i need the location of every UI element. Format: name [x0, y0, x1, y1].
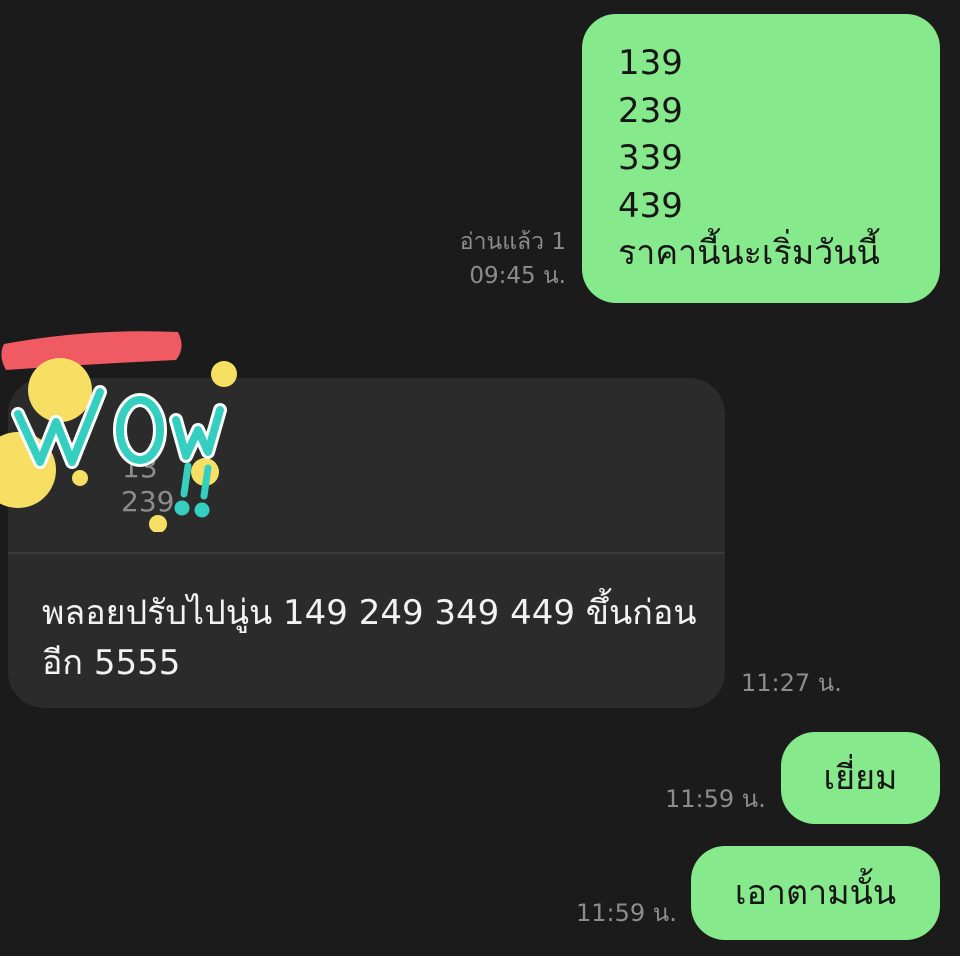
- message-time: 11:59 น.: [665, 785, 766, 813]
- outgoing-message-bubble[interactable]: เยี่ยม: [781, 732, 940, 824]
- message-meta: อ่านแล้ว 1 09:45 น.: [460, 225, 566, 293]
- chat-view: 139 239 339 439 ราคานี้นะเริ่มวันนี้ อ่า…: [0, 0, 960, 956]
- message-line: 139: [618, 43, 683, 83]
- read-status: อ่านแล้ว 1: [459, 229, 566, 255]
- message-time: 09:45 น.: [469, 263, 566, 289]
- message-line: ราคานี้นะเริ่มวันนี้: [618, 233, 880, 273]
- message-time: 11:59 น.: [576, 899, 677, 927]
- message-line: 439: [618, 185, 683, 226]
- message-time: 11:27 น.: [741, 669, 842, 697]
- message-text: พลอยปรับไปนู่น 149 249 349 449 ขึ้นก่อนอ…: [42, 593, 697, 683]
- quoted-message[interactable]: 13 239: [8, 378, 725, 554]
- red-highlight-band: [1, 331, 182, 370]
- incoming-message-bubble[interactable]: 13 239 พลอยปรับไปนู่น 149 249 349 449 ขึ…: [8, 378, 725, 708]
- message-line: 239: [618, 90, 683, 131]
- message-line: 339: [618, 138, 683, 178]
- outgoing-message-bubble[interactable]: เอาตามนั้น: [691, 846, 940, 940]
- outgoing-message-bubble[interactable]: 139 239 339 439 ราคานี้นะเริ่มวันนี้: [582, 14, 940, 303]
- quoted-line: 239: [121, 485, 175, 518]
- quoted-line: 13: [122, 451, 158, 484]
